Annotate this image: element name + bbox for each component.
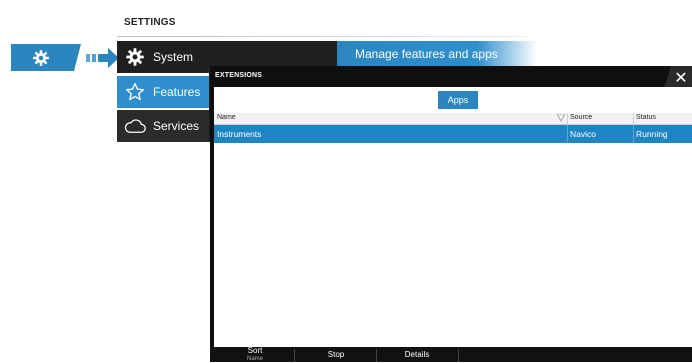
extensions-content: Apps Name Source Status Instruments Navi… bbox=[214, 87, 692, 347]
gear-icon bbox=[117, 47, 153, 67]
bottom-toolbar: Sort Name Stop Details bbox=[210, 345, 692, 362]
toolbar-divider bbox=[294, 349, 295, 362]
divider bbox=[117, 36, 527, 37]
sidebar-item-label: Services bbox=[153, 119, 200, 133]
dialog-title: EXTENSIONS bbox=[215, 72, 263, 79]
sort-label: Sort bbox=[247, 345, 263, 355]
column-divider bbox=[633, 113, 634, 124]
sidebar-item-label: System bbox=[153, 50, 194, 64]
cell-name: Instruments bbox=[217, 129, 262, 139]
gear-icon bbox=[33, 49, 49, 66]
details-label: Details bbox=[404, 349, 430, 359]
column-divider bbox=[633, 125, 634, 143]
tab-label: Apps bbox=[447, 95, 469, 105]
sidebar-item-label: Features bbox=[153, 85, 201, 99]
settings-key[interactable] bbox=[11, 44, 81, 71]
settings-title: SETTINGS bbox=[124, 17, 176, 28]
tab-apps[interactable]: Apps bbox=[438, 91, 478, 109]
sort-value: Name bbox=[246, 355, 263, 362]
extensions-dialog: EXTENSIONS ✕ Apps Name Source Status Ins… bbox=[210, 66, 692, 362]
column-divider bbox=[567, 113, 568, 124]
stop-button[interactable]: Stop bbox=[298, 347, 374, 362]
sidebar-item-services[interactable]: Services bbox=[117, 110, 209, 142]
arrow-right-icon bbox=[86, 48, 119, 68]
sort-descending-icon bbox=[557, 114, 565, 122]
column-divider bbox=[567, 125, 568, 143]
column-header-status[interactable]: Status bbox=[636, 114, 656, 121]
cell-status: Running bbox=[636, 129, 668, 139]
toolbar-divider bbox=[376, 349, 377, 362]
table-row[interactable]: Instruments Navico Running bbox=[214, 125, 692, 143]
sidebar-item-features[interactable]: Features bbox=[117, 76, 209, 108]
details-button[interactable]: Details bbox=[378, 347, 456, 362]
close-icon: ✕ bbox=[674, 67, 688, 87]
close-button[interactable]: ✕ bbox=[664, 66, 692, 88]
column-header-name[interactable]: Name bbox=[217, 114, 236, 121]
toolbar-divider bbox=[458, 349, 459, 362]
cell-source: Navico bbox=[570, 129, 596, 139]
manage-features-label: Manage features and apps bbox=[355, 47, 498, 61]
stop-label: Stop bbox=[327, 349, 345, 359]
table-header: Name Source Status bbox=[214, 113, 692, 125]
star-icon bbox=[117, 82, 153, 102]
cloud-icon bbox=[117, 117, 153, 135]
column-header-source[interactable]: Source bbox=[570, 114, 592, 121]
manage-features-item[interactable]: Manage features and apps bbox=[337, 41, 537, 67]
sort-button[interactable]: Sort Name bbox=[220, 345, 290, 362]
